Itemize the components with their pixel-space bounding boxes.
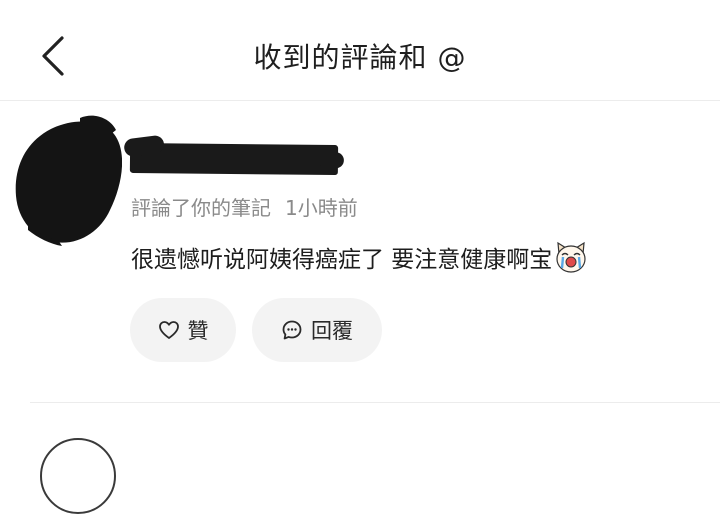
avatar[interactable] [10,112,122,248]
notification-meta: 評論了你的筆記 1小時前 [131,192,358,221]
like-label: 贊 [187,319,209,343]
like-button[interactable]: 贊 [130,298,236,362]
top-bar: 收到的評論和 @ [0,0,720,101]
crying-dog-emoji-icon [556,241,586,273]
comment-text[interactable]: 很遗憾听说阿姨得癌症了 要注意健康啊宝 [131,240,588,274]
reply-button[interactable]: 回覆 [252,298,382,362]
heart-icon [158,321,179,339]
reply-label: 回覆 [311,319,353,343]
chat-bubble-icon [282,320,302,340]
timestamp: 1小時前 [285,196,358,220]
next-item-avatar[interactable] [40,438,116,514]
username-redacted[interactable] [129,142,339,176]
comment-body: 很遗憾听说阿姨得癌症了 要注意健康啊宝 [131,247,553,273]
divider [30,402,720,403]
action-text: 評論了你的筆記 [131,196,271,220]
page-title: 收到的評論和 @ [253,41,467,74]
